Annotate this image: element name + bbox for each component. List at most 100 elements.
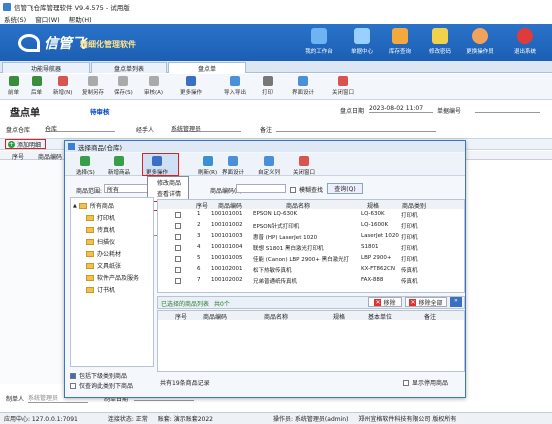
query-button[interactable]: 查询(Q)	[327, 183, 363, 194]
folder-icon	[86, 250, 94, 257]
menu-window[interactable]: 窗口(W)	[35, 14, 60, 24]
exit-icon	[517, 28, 533, 44]
plus-icon: +	[8, 140, 15, 148]
tree-node-software[interactable]: 软件产品及服务	[86, 273, 139, 282]
row-checkbox[interactable]	[175, 256, 181, 262]
col-header: 基本单位	[368, 314, 393, 321]
remove-all-label: 移除全部	[418, 299, 443, 307]
audit-button[interactable]: 审核(A)	[144, 76, 163, 96]
category-tree	[70, 197, 154, 367]
print-button[interactable]: 打印	[262, 76, 273, 96]
row-checkbox[interactable]	[175, 234, 181, 240]
selected-count: 共0个	[214, 301, 230, 308]
add-detail-button[interactable]: + 添加明细	[5, 139, 46, 149]
exit-system-button[interactable]: 退出系统	[508, 28, 542, 60]
stock-query-button[interactable]: 库存查询	[383, 28, 417, 60]
new-product-button[interactable]: 新增商品	[108, 156, 130, 176]
row-checkbox[interactable]	[175, 267, 181, 273]
banner-label: 我的工作台	[305, 49, 333, 55]
tree-node-stapler[interactable]: 订书机	[86, 285, 115, 294]
folder-icon	[86, 238, 94, 245]
tree-label: 文具纸张	[97, 263, 122, 270]
table-cell: 100101003	[211, 233, 243, 239]
remove-all-button[interactable]: ✕ 移除全部	[405, 297, 447, 307]
change-password-button[interactable]: 修改密码	[423, 28, 457, 60]
import-export-button[interactable]: 导入导出	[224, 76, 246, 96]
ui-design-button[interactable]: 界面设计	[292, 76, 314, 96]
tab-nav[interactable]: 功能导航器	[2, 62, 90, 73]
menu-system[interactable]: 系统(S)	[4, 14, 26, 24]
tab-stocktake-list[interactable]: 盘点单列表	[91, 62, 167, 73]
close-icon	[299, 156, 309, 166]
table-cell: 5	[197, 255, 201, 261]
switch-operator-button[interactable]: 更换操作员	[463, 28, 497, 60]
monitor-icon	[311, 28, 327, 44]
my-workbench-button[interactable]: 我的工作台	[302, 28, 336, 60]
copy-save-button[interactable]: 复制另存	[82, 76, 104, 96]
checkbox-box	[70, 382, 76, 389]
folder-icon	[86, 226, 94, 233]
table-cell: 100101002	[211, 222, 243, 228]
col-header: 商品类别	[402, 203, 427, 210]
add-icon	[114, 156, 124, 166]
tree-node-scanner[interactable]: 扫描仪	[86, 237, 115, 246]
dialog-close-button[interactable]: 关闭窗口	[293, 156, 315, 176]
next-doc-button[interactable]: 后单	[31, 76, 42, 96]
folder-icon	[86, 286, 94, 293]
dialog-ui-design-button[interactable]: 界面设计	[222, 156, 244, 176]
prev-doc-button[interactable]: 前单	[8, 76, 19, 96]
tree-node-supplies[interactable]: 办公耗材	[86, 249, 121, 258]
row-checkbox[interactable]	[175, 223, 181, 229]
doc-no-field[interactable]	[475, 105, 540, 113]
btn-label: 更多操作	[146, 170, 169, 176]
show-disabled-checkbox[interactable]: 显示停用商品	[403, 378, 448, 387]
tree-node-stationery[interactable]: 文具纸张	[86, 261, 121, 270]
fuzzy-checkbox[interactable]: 模糊查找	[290, 185, 323, 194]
close-window-button[interactable]: 关闭窗口	[332, 76, 354, 96]
only-current-checkbox[interactable]: 仅查询此类别下商品	[70, 381, 133, 390]
tree-node-all[interactable]: ▲ 所有商品	[73, 201, 114, 210]
menu-item-view-details[interactable]: 查看详情	[148, 188, 188, 198]
tree-node-fax[interactable]: 传真机	[86, 225, 115, 234]
page-title: 盘点单	[10, 108, 40, 119]
remove-button[interactable]: ✕ 移除	[368, 297, 402, 307]
expand-icon[interactable]: »	[450, 297, 462, 307]
warehouse-field[interactable]: 仓库	[45, 124, 115, 133]
table-cell: 联想 S1801 黑白激光打印机	[253, 246, 324, 252]
doc-center-button[interactable]: 单据中心	[345, 28, 379, 60]
save-button[interactable]: 保存(S)	[114, 76, 133, 96]
code-input[interactable]	[236, 184, 286, 193]
new-button[interactable]: 新增(N)	[53, 76, 72, 96]
custom-columns-button[interactable]: 自定义列	[258, 156, 280, 176]
company-status: 郑州宜格软件科技有限公司 版权所有	[358, 416, 457, 423]
conn-status: 连接状态: 正常	[107, 416, 148, 423]
dialog-more-ops-button[interactable]: 更多操作	[146, 156, 168, 176]
more-ops-button[interactable]: 更多操作	[180, 76, 202, 96]
include-sub-checkbox[interactable]: 包括下级类别商品	[70, 371, 127, 380]
tree-node-printer[interactable]: 打印机	[86, 213, 115, 222]
date-field[interactable]: 2023-08-02 11:07	[369, 105, 433, 113]
banner-label: 单据中心	[350, 49, 373, 55]
table-cell: KX-FT862CN	[361, 266, 395, 272]
btn-label: 新增商品	[108, 170, 131, 176]
include-sub-label: 包括下级类别商品	[79, 373, 128, 380]
table-cell: 7	[197, 277, 201, 283]
remark-field[interactable]	[276, 124, 436, 132]
row-checkbox[interactable]	[175, 245, 181, 251]
tab-stocktake[interactable]: 盘点单	[168, 62, 246, 73]
refresh-button[interactable]: 刷新(R)	[198, 156, 217, 176]
menu-help[interactable]: 帮助(H)	[69, 14, 92, 24]
table-cell: 100101004	[211, 244, 243, 250]
select-button[interactable]: 选择(S)	[76, 156, 95, 176]
col-header: 商品名称	[264, 314, 289, 321]
row-checkbox[interactable]	[175, 212, 181, 218]
table-cell: EPSON LQ-630K	[253, 211, 298, 217]
tree-label: 扫描仪	[97, 239, 116, 246]
row-checkbox[interactable]	[175, 278, 181, 284]
account-status: 账套: 演示账套2022	[157, 416, 213, 423]
table-cell: 3	[197, 233, 201, 239]
tree-label: 传真机	[97, 227, 116, 234]
table-cell: 4	[197, 244, 201, 250]
menu-item-edit-product[interactable]: 修改商品	[148, 177, 188, 187]
handler-field[interactable]: 系统管理员	[171, 124, 241, 133]
